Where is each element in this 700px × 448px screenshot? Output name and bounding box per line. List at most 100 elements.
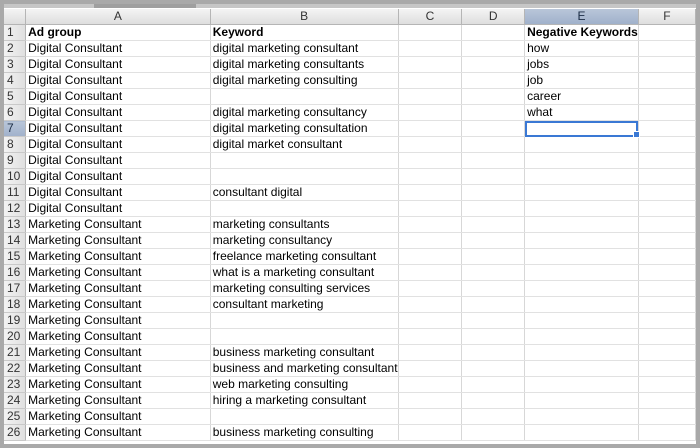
cell-b15[interactable]: freelance marketing consultant: [210, 248, 399, 265]
row-header[interactable]: 6: [4, 104, 27, 121]
row-header[interactable]: 12: [4, 200, 27, 217]
cell-b16[interactable]: what is a marketing consultant: [210, 264, 399, 281]
row-header[interactable]: 23: [4, 376, 27, 393]
column-header-e[interactable]: E: [524, 9, 639, 25]
cell-d8[interactable]: [461, 136, 526, 153]
cell-c10[interactable]: [398, 168, 463, 185]
cell-b17[interactable]: marketing consulting services: [210, 280, 399, 297]
row-header[interactable]: 18: [4, 296, 27, 313]
cell-a19[interactable]: Marketing Consultant: [25, 312, 211, 329]
row-header[interactable]: 19: [4, 312, 27, 329]
cell-b10[interactable]: [210, 168, 399, 185]
cell-e5[interactable]: career: [524, 88, 639, 105]
cell-d6[interactable]: [461, 104, 526, 121]
row-header[interactable]: 21: [4, 344, 27, 361]
row-header[interactable]: 5: [4, 88, 27, 105]
cell-b11[interactable]: consultant digital: [210, 184, 399, 201]
cell-a14[interactable]: Marketing Consultant: [25, 232, 211, 249]
row-header[interactable]: 17: [4, 280, 27, 297]
cell-e9[interactable]: [524, 152, 639, 169]
cell-e22[interactable]: [524, 360, 639, 377]
column-header-d[interactable]: D: [461, 9, 526, 25]
row-header[interactable]: 25: [4, 408, 27, 425]
cell-a26[interactable]: Marketing Consultant: [25, 424, 211, 441]
cell-f23[interactable]: [638, 376, 696, 393]
cell-b14[interactable]: marketing consultancy: [210, 232, 399, 249]
cell-b23[interactable]: web marketing consulting: [210, 376, 399, 393]
cell-c8[interactable]: [398, 136, 463, 153]
cell-d10[interactable]: [461, 168, 526, 185]
cell-d17[interactable]: [461, 280, 526, 297]
cell-d16[interactable]: [461, 264, 526, 281]
cell-b8[interactable]: digital market consultant: [210, 136, 399, 153]
cell-e6[interactable]: what: [524, 104, 639, 121]
cell-e7[interactable]: [524, 120, 640, 138]
cell-f16[interactable]: [638, 264, 696, 281]
cell-e12[interactable]: [524, 200, 639, 217]
cell-e25[interactable]: [524, 408, 639, 425]
cell-e19[interactable]: [524, 312, 639, 329]
cell-e17[interactable]: [524, 280, 639, 297]
cell-d18[interactable]: [461, 296, 526, 313]
cell-b6[interactable]: digital marketing consultancy: [210, 104, 399, 121]
cell-c9[interactable]: [398, 152, 463, 169]
select-all-corner[interactable]: [4, 9, 27, 25]
cell-f5[interactable]: [638, 88, 696, 105]
cell-e13[interactable]: [524, 216, 639, 233]
cell-e14[interactable]: [524, 232, 639, 249]
cell-e18[interactable]: [524, 296, 639, 313]
cell-f10[interactable]: [638, 168, 696, 185]
cell-d1[interactable]: [461, 24, 526, 41]
cell-a6[interactable]: Digital Consultant: [25, 104, 211, 121]
cell-c3[interactable]: [398, 56, 463, 73]
cell-d22[interactable]: [461, 360, 526, 377]
cell-b24[interactable]: hiring a marketing consultant: [210, 392, 399, 409]
cell-a8[interactable]: Digital Consultant: [25, 136, 211, 153]
cell-c16[interactable]: [398, 264, 463, 281]
cell-f22[interactable]: [638, 360, 696, 377]
cell-d19[interactable]: [461, 312, 526, 329]
cell-e26[interactable]: [524, 424, 639, 441]
row-header[interactable]: 8: [4, 136, 27, 153]
cell-c19[interactable]: [398, 312, 463, 329]
cell-c22[interactable]: [398, 360, 463, 377]
cell-f26[interactable]: [638, 424, 696, 441]
cell-a1[interactable]: Ad group: [25, 24, 211, 41]
cell-d2[interactable]: [461, 40, 526, 57]
row-header[interactable]: 13: [4, 216, 27, 233]
row-header[interactable]: 4: [4, 72, 27, 89]
cell-b13[interactable]: marketing consultants: [210, 216, 399, 233]
cell-b2[interactable]: digital marketing consultant: [210, 40, 399, 57]
cell-e20[interactable]: [524, 328, 639, 345]
cell-f6[interactable]: [638, 104, 696, 121]
cell-c5[interactable]: [398, 88, 463, 105]
cell-c7[interactable]: [398, 120, 463, 137]
cell-c17[interactable]: [398, 280, 463, 297]
cell-e16[interactable]: [524, 264, 639, 281]
cell-a10[interactable]: Digital Consultant: [25, 168, 211, 185]
cell-d21[interactable]: [461, 344, 526, 361]
cell-b20[interactable]: [210, 328, 399, 345]
cell-b5[interactable]: [210, 88, 399, 105]
row-header[interactable]: 24: [4, 392, 27, 409]
cell-f7[interactable]: [638, 120, 696, 137]
cell-b9[interactable]: [210, 152, 399, 169]
row-header[interactable]: 1: [4, 24, 27, 41]
cell-f9[interactable]: [638, 152, 696, 169]
cell-d9[interactable]: [461, 152, 526, 169]
cell-b21[interactable]: business marketing consultant: [210, 344, 399, 361]
cell-e24[interactable]: [524, 392, 639, 409]
row-header[interactable]: 16: [4, 264, 27, 281]
cell-c11[interactable]: [398, 184, 463, 201]
cell-b19[interactable]: [210, 312, 399, 329]
cell-d20[interactable]: [461, 328, 526, 345]
cell-e23[interactable]: [524, 376, 639, 393]
cell-f3[interactable]: [638, 56, 696, 73]
cell-f8[interactable]: [638, 136, 696, 153]
cell-d24[interactable]: [461, 392, 526, 409]
cell-d7[interactable]: [461, 120, 526, 137]
cell-a4[interactable]: Digital Consultant: [25, 72, 211, 89]
cell-c23[interactable]: [398, 376, 463, 393]
row-header[interactable]: 10: [4, 168, 27, 185]
cell-c15[interactable]: [398, 248, 463, 265]
